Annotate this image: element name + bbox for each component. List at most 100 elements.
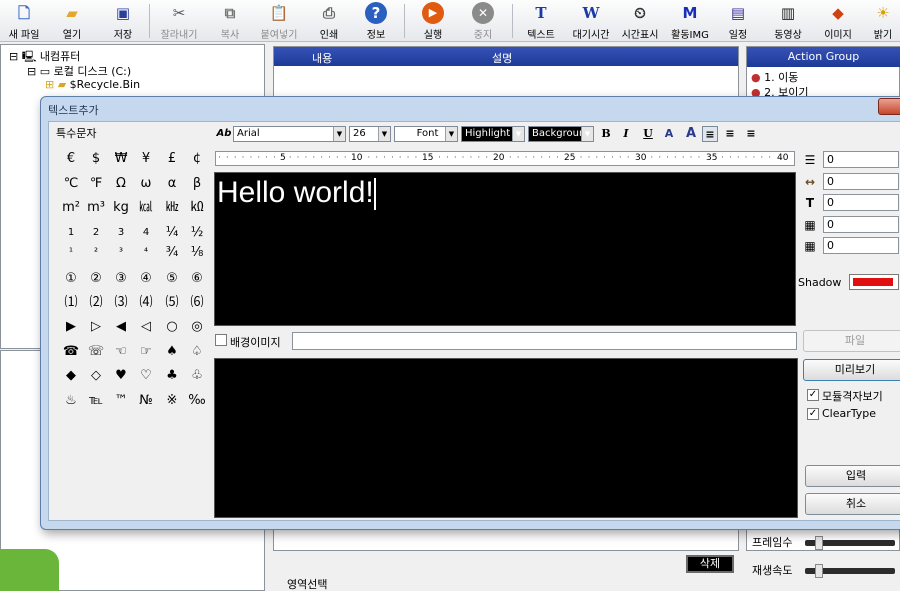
special-char-button[interactable]: ℉	[85, 175, 107, 193]
special-char-button[interactable]: ♧	[186, 367, 208, 385]
run-button[interactable]: ▶ 실행	[413, 2, 453, 41]
special-char-button[interactable]: ω	[135, 175, 157, 193]
special-char-button[interactable]: ½	[186, 224, 208, 242]
special-char-button[interactable]: m²	[60, 199, 82, 217]
special-char-button[interactable]: ♨	[60, 392, 82, 410]
schedule-button[interactable]: ▤ 일정	[720, 2, 756, 41]
underline-button[interactable]: U	[640, 126, 656, 142]
special-char-button[interactable]: ◀	[110, 318, 132, 336]
wait-time-button[interactable]: W 대기시간	[566, 2, 616, 41]
special-char-button[interactable]: ⑴	[60, 294, 82, 312]
grid-col-description[interactable]: 설명	[492, 50, 512, 66]
special-char-button[interactable]: №	[135, 392, 157, 410]
brightness-button[interactable]: ☀ 밝기	[866, 2, 900, 41]
new-file-button[interactable]: 🗋 새 파일	[4, 2, 44, 41]
cancel-button[interactable]: 취소	[805, 493, 900, 515]
tree-item-local-disk[interactable]: ⊟ ▭ 로컬 디스크 (C:)	[27, 63, 131, 79]
highlight-color-select[interactable]: Highlight ▼	[461, 126, 525, 142]
font-size-select[interactable]: 26 ▼	[349, 126, 391, 142]
background-image-checkbox[interactable]	[215, 334, 227, 346]
special-char-button[interactable]: ³	[110, 244, 132, 262]
video-button[interactable]: ▥ 동영상	[767, 2, 809, 41]
italic-button[interactable]: I	[618, 126, 634, 142]
special-char-button[interactable]: ☜	[110, 343, 132, 361]
special-char-button[interactable]: ◁	[135, 318, 157, 336]
enter-button[interactable]: 입력	[805, 465, 900, 487]
special-char-button[interactable]: ²	[85, 244, 107, 262]
shadow-color-picker[interactable]	[849, 274, 899, 290]
special-char-button[interactable]: kg	[110, 199, 132, 217]
font-color-select[interactable]: Font ▼	[394, 126, 458, 142]
special-char-button[interactable]: ⑸	[161, 294, 183, 312]
paste-button[interactable]: 📋 붙여넣기	[254, 2, 304, 41]
special-char-button[interactable]: ⅛	[186, 244, 208, 262]
info-button[interactable]: ? 정보	[356, 2, 396, 41]
special-char-button[interactable]: ⑶	[110, 294, 132, 312]
time-display-button[interactable]: ⏲ 시간표시	[615, 2, 665, 41]
vertical-offset-spinner[interactable]: 0	[823, 237, 899, 254]
font-name-select[interactable]: Arial ▼	[233, 126, 346, 142]
stop-button[interactable]: ✕ 중지	[463, 2, 503, 41]
cut-button[interactable]: ✂ 잘라내기	[155, 2, 203, 41]
special-char-button[interactable]: 1	[60, 224, 82, 242]
special-char-button[interactable]: €	[60, 150, 82, 168]
line-spacing-spinner[interactable]: 0	[823, 151, 899, 168]
special-char-button[interactable]: ◆	[60, 367, 82, 385]
special-char-button[interactable]: Ω	[110, 175, 132, 193]
text-button[interactable]: T 텍스트	[520, 2, 562, 41]
special-char-button[interactable]: ①	[60, 270, 82, 288]
file-button[interactable]: 파일	[803, 330, 900, 352]
special-char-button[interactable]: ◇	[85, 367, 107, 385]
special-char-button[interactable]: ℡	[85, 392, 107, 410]
special-char-button[interactable]: ¥	[135, 150, 157, 168]
special-char-button[interactable]: ☏	[85, 343, 107, 361]
save-button[interactable]: ▣ 저장	[103, 2, 143, 41]
special-char-button[interactable]: ♡	[135, 367, 157, 385]
background-color-select[interactable]: Background ▼	[528, 126, 594, 142]
text-size-spinner[interactable]: 0	[823, 194, 899, 211]
open-button[interactable]: ▰ 열기	[52, 2, 92, 41]
special-char-button[interactable]: ¹	[60, 244, 82, 262]
special-char-button[interactable]: ☞	[135, 343, 157, 361]
clear-type-checkbox[interactable]: ✓	[807, 408, 819, 420]
special-char-button[interactable]: ㎉	[135, 199, 157, 217]
align-right-icon[interactable]: ≡	[743, 126, 759, 142]
special-char-button[interactable]: ¼	[161, 224, 183, 242]
special-char-button[interactable]: ™	[110, 392, 132, 410]
align-center-icon[interactable]: ≡	[722, 126, 738, 142]
preview-button[interactable]: 미리보기	[803, 359, 900, 381]
special-char-button[interactable]: £	[161, 150, 183, 168]
special-char-button[interactable]: ※	[161, 392, 183, 410]
special-char-button[interactable]: ③	[110, 270, 132, 288]
special-char-button[interactable]: 3	[110, 224, 132, 242]
special-char-button[interactable]: ℃	[60, 175, 82, 193]
bold-button[interactable]: B	[598, 126, 614, 142]
align-left-icon[interactable]: ≡	[702, 126, 718, 142]
special-char-button[interactable]: m³	[85, 199, 107, 217]
print-button[interactable]: ⎙ 인쇄	[309, 2, 349, 41]
slider-thumb[interactable]	[815, 564, 823, 578]
special-char-button[interactable]: ㎑	[161, 199, 183, 217]
special-char-button[interactable]: ②	[85, 270, 107, 288]
special-char-button[interactable]: ▷	[85, 318, 107, 336]
special-char-button[interactable]: β	[186, 175, 208, 193]
copy-button[interactable]: ⧉ 복사	[210, 2, 250, 41]
grid-col-content[interactable]: 내용	[312, 50, 332, 66]
special-char-button[interactable]: ☎	[60, 343, 82, 361]
special-char-button[interactable]: ○	[161, 318, 183, 336]
shadow-text-icon[interactable]: A	[683, 126, 699, 142]
special-char-button[interactable]: ㏀	[186, 199, 208, 217]
module-grid-checkbox[interactable]: ✓	[807, 389, 819, 401]
special-char-button[interactable]: $	[85, 150, 107, 168]
tree-item-recycle-bin[interactable]: ⊞ ▰ $Recycle.Bin	[45, 78, 140, 91]
special-char-button[interactable]: ♤	[186, 343, 208, 361]
special-char-button[interactable]: ‰	[186, 392, 208, 410]
special-char-button[interactable]: ♠	[161, 343, 183, 361]
special-char-button[interactable]: ◎	[186, 318, 208, 336]
special-char-button[interactable]: ⑥	[186, 270, 208, 288]
special-char-button[interactable]: ▶	[60, 318, 82, 336]
image-button[interactable]: ◆ 이미지	[816, 2, 860, 41]
special-char-button[interactable]: ¢	[186, 150, 208, 168]
special-char-button[interactable]: ⑹	[186, 294, 208, 312]
horizontal-offset-spinner[interactable]: 0	[823, 216, 899, 233]
